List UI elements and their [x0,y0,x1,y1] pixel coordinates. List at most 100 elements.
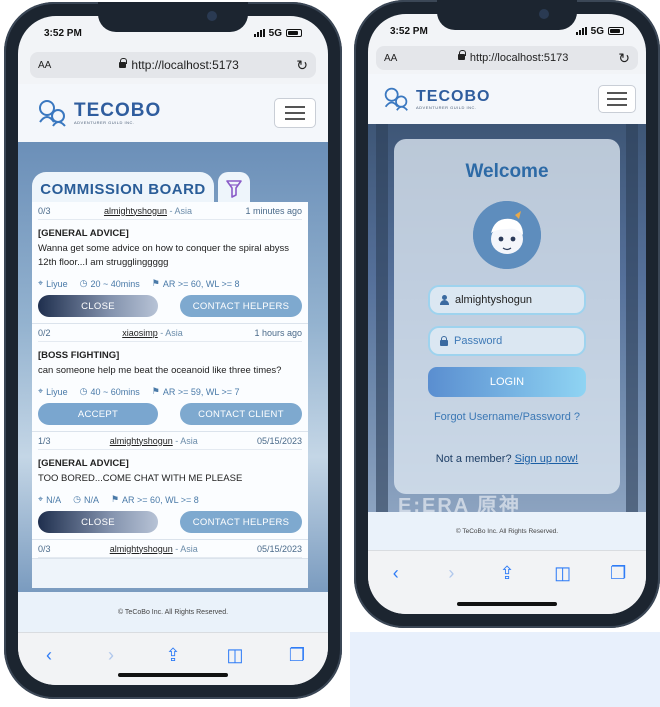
contact-helpers-button[interactable]: CONTACT HELPERS [180,295,302,317]
password-field[interactable]: Password [428,326,586,356]
commission-meta: 1/3 almightyshogun - Asia 05/15/2023 [38,432,302,450]
reload-icon[interactable]: ↻ [296,57,308,74]
poster-region: - Asia [172,435,198,446]
location-text: N/A [46,494,62,505]
location-text: Liyue [46,386,68,397]
poster-username[interactable]: xiaosimp [122,328,158,338]
menu-icon[interactable] [274,98,316,128]
filter-button[interactable] [218,172,250,206]
commission-card: 0/3 almightyshogun - Asia 05/15/2023 [32,540,308,559]
url-field[interactable]: http://localhost:5173 [62,58,296,72]
commission-tags: ⌖ N/A ◷ N/A ⚑ AR >= 60, WL >= 8 [38,494,302,505]
bookmarks-icon[interactable]: ◫ [552,563,574,583]
bookmarks-icon[interactable]: ◫ [224,645,246,665]
login-panel: Welcome almightyshogun Password LOGIN Fo… [394,139,620,494]
commission-description: can someone help me beat the oceanoid li… [38,365,282,376]
camera [207,11,217,21]
accept-button[interactable]: ACCEPT [38,403,158,425]
clock-icon: ◷ [73,494,81,504]
poster-username[interactable]: almightyshogun [104,206,167,216]
text-size-button[interactable]: AA [38,60,62,71]
location-pin-icon: ⌖ [38,494,44,504]
forward-icon[interactable]: › [440,563,462,583]
url-field[interactable]: http://localhost:5173 [408,50,618,64]
commission-description: TOO BORED...COME CHAT WITH ME PLEASE [38,473,243,484]
tabs-icon[interactable]: ❐ [286,645,308,665]
login-button[interactable]: LOGIN [428,367,586,397]
background-panel [350,632,660,707]
helper-count: 0/3 [38,543,51,554]
background-pillar [626,124,638,512]
url-text: http://localhost:5173 [131,58,239,72]
menu-icon[interactable] [598,85,636,113]
welcome-heading: Welcome [465,161,549,182]
contact-client-button[interactable]: CONTACT CLIENT [180,403,302,425]
close-button[interactable]: CLOSE [38,511,158,533]
commission-tags: ⌖ Liyue ◷ 40 ~ 60mins ⚑ AR >= 59, WL >= 7 [38,386,302,397]
filter-icon [226,180,242,198]
requirement-text: AR >= 59, WL >= 7 [162,386,240,397]
left-phone: 3:52 PM 5G AA http://localhost:5173 ↻ TE… [4,2,342,699]
badge-icon: ⚑ [151,386,160,396]
member-prompt-text: Not a member? [435,453,512,465]
commission-card: 0/3 almightyshogun - Asia 1 minutes ago … [32,202,308,324]
clock-icon: ◷ [79,278,88,288]
home-indicator [457,602,557,606]
username-field[interactable]: almightyshogun [428,285,586,315]
browser-toolbar: ‹ › ⇪ ◫ ❐ [18,632,328,685]
reload-icon[interactable]: ↻ [618,50,630,67]
board-title: COMMISSION BOARD [32,172,214,206]
logo-tagline: ADVENTURER GUILD INC. [416,104,477,110]
poster-username[interactable]: almightyshogun [110,544,173,554]
lock-icon [440,336,448,346]
logo[interactable]: TECOBO ADVENTURER GUILD INC. [36,98,161,128]
status-time: 3:52 PM [44,27,82,39]
logo-name: TECOBO [416,87,491,105]
commission-list[interactable]: 0/3 almightyshogun - Asia 1 minutes ago … [32,202,308,588]
user-icon [440,295,449,305]
password-placeholder: Password [454,335,503,347]
site-footer: © TeCoBo Inc. All Rights Reserved. [368,512,646,550]
back-icon[interactable]: ‹ [385,563,407,583]
address-bar[interactable]: AA http://localhost:5173 ↻ [376,46,638,70]
location-text: Liyue [46,278,68,289]
notch [437,0,577,30]
left-screen: 3:52 PM 5G AA http://localhost:5173 ↻ TE… [18,16,328,685]
badge-icon: ⚑ [151,278,160,288]
home-indicator [118,673,228,677]
network-label: 5G [590,25,604,37]
tabs-icon[interactable]: ❐ [607,563,629,583]
logo[interactable]: TECOBO ADVENTURER GUILD INC. [382,86,490,112]
logo-mark-icon [384,87,408,111]
network-label: 5G [268,27,282,39]
close-button[interactable]: CLOSE [38,295,158,317]
share-icon[interactable]: ⇪ [496,563,518,583]
share-icon[interactable]: ⇪ [162,645,184,665]
signup-prompt: Not a member? Sign up now! [394,453,620,465]
forward-icon[interactable]: › [100,645,122,665]
duration-text: 40 ~ 60mins [90,386,140,397]
back-icon[interactable]: ‹ [38,645,60,665]
signup-link[interactable]: Sign up now! [515,453,579,465]
status-indicators: 5G [575,25,624,37]
username-value: almightyshogun [455,294,533,306]
poster-username[interactable]: almightyshogun [110,436,173,446]
forgot-password-link[interactable]: Forgot Username/Password ? [394,411,620,423]
site-footer: © TeCoBo Inc. All Rights Reserved. [18,592,328,632]
commission-category: [GENERAL ADVICE] [38,458,129,469]
status-indicators: 5G [253,27,302,39]
battery-icon [286,29,302,37]
site-header: TECOBO ADVENTURER GUILD INC. [18,84,328,142]
commission-tags: ⌖ Liyue ◷ 20 ~ 40mins ⚑ AR >= 60, WL >= 8 [38,278,302,289]
badge-icon: ⚑ [110,494,120,504]
clock-icon: ◷ [79,386,88,396]
avatar [473,201,541,269]
posted-time: 1 hours ago [254,327,302,338]
commission-meta: 0/3 almightyshogun - Asia 1 minutes ago [38,202,302,220]
signal-icon [253,29,265,37]
requirement-text: AR >= 60, WL >= 8 [162,278,240,289]
contact-helpers-button[interactable]: CONTACT HELPERS [180,511,302,533]
address-bar[interactable]: AA http://localhost:5173 ↻ [30,52,316,78]
text-size-button[interactable]: AA [384,53,408,64]
lock-icon [457,50,466,60]
